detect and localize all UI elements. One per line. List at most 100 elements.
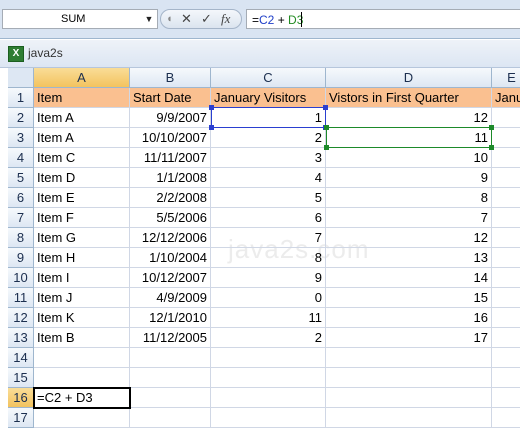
cell-d3[interactable]: 11: [326, 128, 492, 148]
cell-c9[interactable]: 8: [211, 248, 326, 268]
cell-e17[interactable]: [492, 408, 520, 428]
row-header-15[interactable]: 15: [8, 368, 34, 388]
cell-a7[interactable]: Item F: [34, 208, 130, 228]
cell-c1[interactable]: January Visitors: [211, 88, 326, 108]
cell-d8[interactable]: 12: [326, 228, 492, 248]
row-header-9[interactable]: 9: [8, 248, 34, 268]
cell-c6[interactable]: 5: [211, 188, 326, 208]
cell-c14[interactable]: [211, 348, 326, 368]
name-box[interactable]: SUM ▼: [2, 9, 158, 29]
cell-c5[interactable]: 4: [211, 168, 326, 188]
cell-a13[interactable]: Item B: [34, 328, 130, 348]
reference-handle-c2[interactable]: [209, 105, 214, 110]
cell-c17[interactable]: [211, 408, 326, 428]
cell-b2[interactable]: 9/9/2007: [130, 108, 211, 128]
row-header-2[interactable]: 2: [8, 108, 34, 128]
cell-e16[interactable]: [492, 388, 520, 408]
cell-d4[interactable]: 10: [326, 148, 492, 168]
cell-a9[interactable]: Item H: [34, 248, 130, 268]
cell-a1[interactable]: Item: [34, 88, 130, 108]
reference-handle-d3[interactable]: [324, 125, 329, 130]
row-header-6[interactable]: 6: [8, 188, 34, 208]
cell-b16[interactable]: [130, 388, 211, 408]
row-header-16[interactable]: 16: [8, 388, 34, 408]
expand-handle-icon[interactable]: ◖: [166, 12, 173, 26]
enter-icon[interactable]: ✓: [201, 12, 212, 26]
reference-handle-c2[interactable]: [323, 105, 328, 110]
row-header-7[interactable]: 7: [8, 208, 34, 228]
cell-e15[interactable]: [492, 368, 520, 388]
cell-c7[interactable]: 6: [211, 208, 326, 228]
row-header-3[interactable]: 3: [8, 128, 34, 148]
cell-b6[interactable]: 2/2/2008: [130, 188, 211, 208]
cell-a2[interactable]: Item A: [34, 108, 130, 128]
insert-function-icon[interactable]: fx: [221, 12, 230, 26]
cell-b1[interactable]: Start Date: [130, 88, 211, 108]
cell-b14[interactable]: [130, 348, 211, 368]
row-header-4[interactable]: 4: [8, 148, 34, 168]
cell-e14[interactable]: [492, 348, 520, 368]
cell-c13[interactable]: 2: [211, 328, 326, 348]
cell-e4[interactable]: [492, 148, 520, 168]
column-header-c[interactable]: C: [211, 68, 326, 88]
cell-d2[interactable]: 12: [326, 108, 492, 128]
row-header-10[interactable]: 10: [8, 268, 34, 288]
cell-a11[interactable]: Item J: [34, 288, 130, 308]
cell-a17[interactable]: [34, 408, 130, 428]
cell-d5[interactable]: 9: [326, 168, 492, 188]
cell-e12[interactable]: [492, 308, 520, 328]
reference-handle-c2[interactable]: [209, 125, 214, 130]
cell-b11[interactable]: 4/9/2009: [130, 288, 211, 308]
cell-e11[interactable]: [492, 288, 520, 308]
cell-e13[interactable]: [492, 328, 520, 348]
cancel-icon[interactable]: ✕: [181, 12, 192, 26]
row-header-11[interactable]: 11: [8, 288, 34, 308]
cell-a12[interactable]: Item K: [34, 308, 130, 328]
cell-a6[interactable]: Item E: [34, 188, 130, 208]
row-header-13[interactable]: 13: [8, 328, 34, 348]
cell-e2[interactable]: [492, 108, 520, 128]
chevron-down-icon[interactable]: ▼: [143, 12, 155, 26]
cell-d11[interactable]: 15: [326, 288, 492, 308]
cell-a14[interactable]: [34, 348, 130, 368]
cell-c15[interactable]: [211, 368, 326, 388]
cell-a8[interactable]: Item G: [34, 228, 130, 248]
row-header-14[interactable]: 14: [8, 348, 34, 368]
cell-d13[interactable]: 17: [326, 328, 492, 348]
cell-c12[interactable]: 11: [211, 308, 326, 328]
cell-e8[interactable]: [492, 228, 520, 248]
cell-e5[interactable]: [492, 168, 520, 188]
cell-d14[interactable]: [326, 348, 492, 368]
select-all-corner[interactable]: [8, 68, 34, 88]
row-header-8[interactable]: 8: [8, 228, 34, 248]
reference-handle-d3[interactable]: [324, 145, 329, 150]
cell-b8[interactable]: 12/12/2006: [130, 228, 211, 248]
cell-b12[interactable]: 12/1/2010: [130, 308, 211, 328]
cell-b17[interactable]: [130, 408, 211, 428]
cell-a10[interactable]: Item I: [34, 268, 130, 288]
cell-c2[interactable]: 1: [211, 108, 326, 128]
cell-c11[interactable]: 0: [211, 288, 326, 308]
cell-d9[interactable]: 13: [326, 248, 492, 268]
cell-b5[interactable]: 1/1/2008: [130, 168, 211, 188]
cell-e1[interactable]: Janu: [492, 88, 520, 108]
cell-e9[interactable]: [492, 248, 520, 268]
cell-d10[interactable]: 14: [326, 268, 492, 288]
cell-e10[interactable]: [492, 268, 520, 288]
cell-b13[interactable]: 11/12/2005: [130, 328, 211, 348]
column-header-a[interactable]: A: [34, 68, 130, 88]
cell-b15[interactable]: [130, 368, 211, 388]
row-header-1[interactable]: 1: [8, 88, 34, 108]
cell-d16[interactable]: [326, 388, 492, 408]
cell-d12[interactable]: 16: [326, 308, 492, 328]
cell-d15[interactable]: [326, 368, 492, 388]
cell-d7[interactable]: 7: [326, 208, 492, 228]
cell-a4[interactable]: Item C: [34, 148, 130, 168]
row-header-12[interactable]: 12: [8, 308, 34, 328]
row-header-5[interactable]: 5: [8, 168, 34, 188]
cell-c10[interactable]: 9: [211, 268, 326, 288]
reference-handle-d3[interactable]: [489, 145, 494, 150]
column-header-e[interactable]: E: [492, 68, 520, 88]
column-header-b[interactable]: B: [130, 68, 211, 88]
reference-handle-d3[interactable]: [489, 125, 494, 130]
